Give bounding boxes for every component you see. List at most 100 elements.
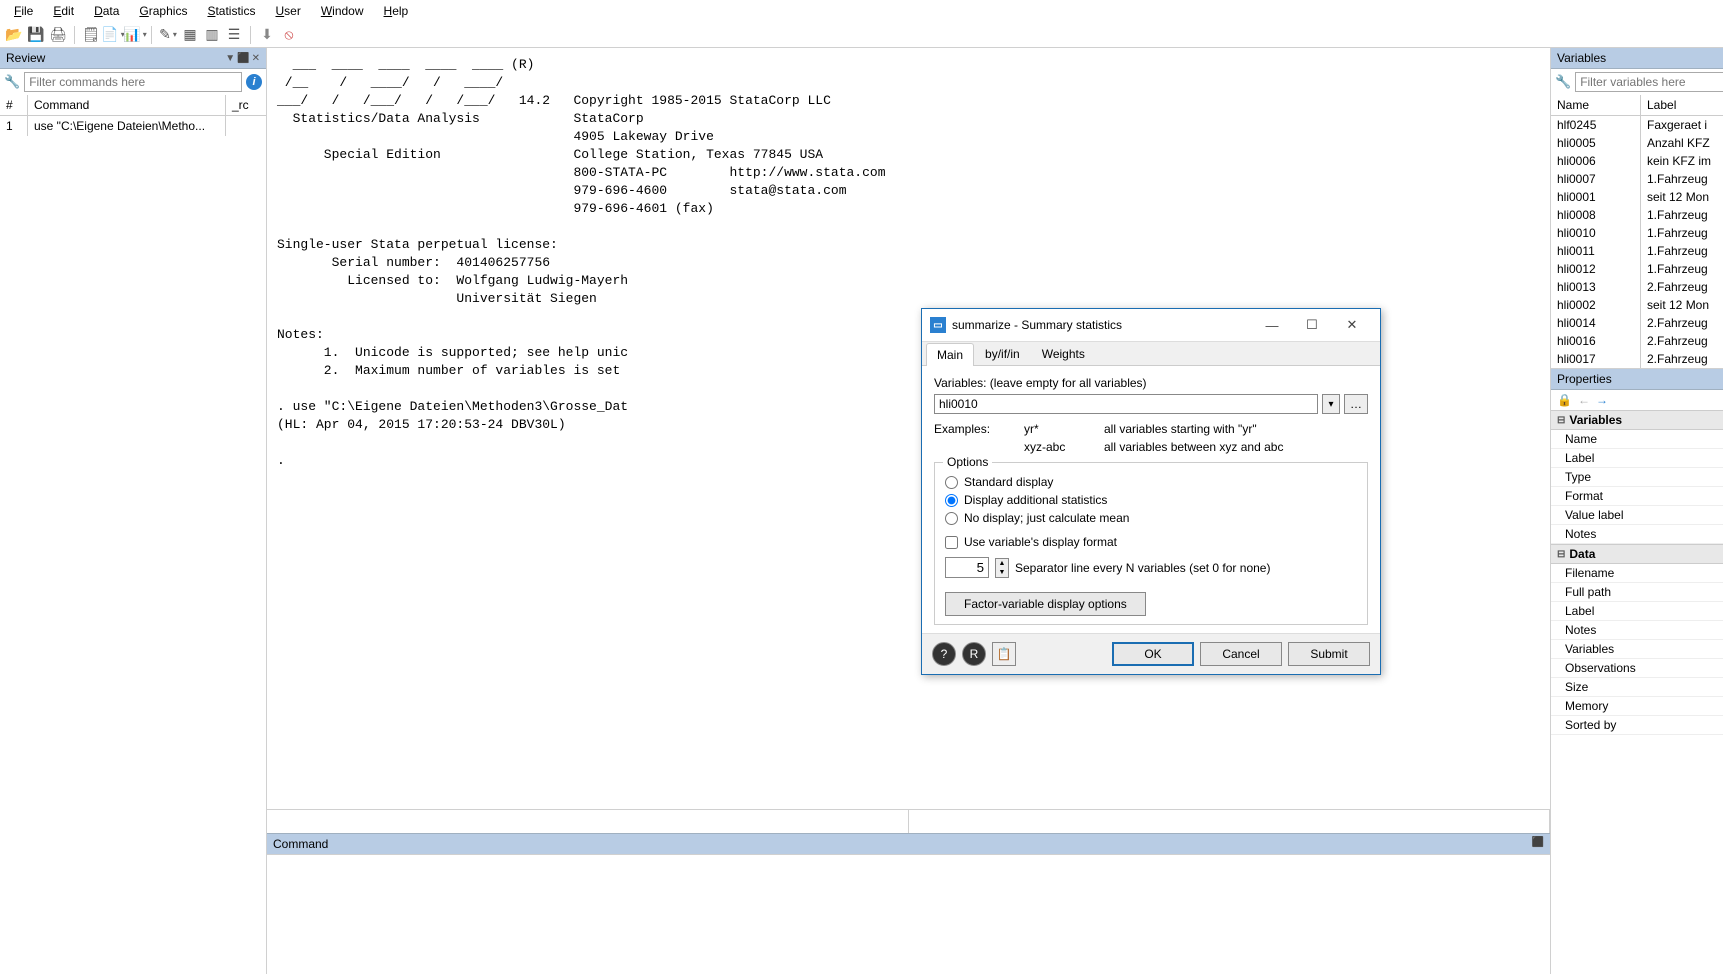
menu-file[interactable]: File [4,2,43,20]
dialog-titlebar[interactable]: ▭ summarize - Summary statistics — ☐ ✕ [922,309,1380,342]
col-number[interactable]: # [0,95,28,115]
separator [151,26,152,44]
prop-row[interactable]: Notes [1551,525,1723,544]
pin-icon[interactable]: ⬛ [1532,837,1544,851]
wrench-icon[interactable]: 🔧 [4,74,20,90]
variable-row[interactable]: hli0001seit 12 Mon [1551,188,1723,206]
chevron-down-icon: ▼ [996,568,1008,577]
prop-row[interactable]: Label [1551,449,1723,468]
prop-row[interactable]: Name [1551,430,1723,449]
variable-row[interactable]: hli00081.Fahrzeug [1551,206,1723,224]
variables-manager-icon[interactable]: ☰ [224,25,244,45]
prop-row[interactable]: Label [1551,602,1723,621]
dialog-tabs: Main by/if/in Weights [922,342,1380,366]
break-icon[interactable]: ⦸ [279,25,299,45]
radio-standard[interactable]: Standard display [945,475,1357,489]
open-icon[interactable]: 📂 [4,25,24,45]
prev-icon[interactable]: ← [1578,393,1590,407]
menu-user[interactable]: User [265,2,310,20]
col-label[interactable]: Label [1641,95,1723,115]
submit-button[interactable]: Submit [1288,642,1370,666]
prop-row[interactable]: Value label [1551,506,1723,525]
save-icon[interactable]: 💾 [26,25,46,45]
dofile-dropdown[interactable]: ✎ [158,25,178,45]
filter-toggle-icon[interactable]: ▼ [225,53,235,64]
maximize-icon[interactable]: ☐ [1292,313,1332,337]
next-icon[interactable]: → [1596,393,1608,407]
review-panel: Review ▼ ⬛ ✕ 🔧 i # Command _rc 1 use "C:… [0,48,267,974]
prop-row[interactable]: Variables [1551,640,1723,659]
minimize-icon[interactable]: — [1252,313,1292,337]
variable-row[interactable]: hlf0245Faxgeraet i [1551,116,1723,134]
prop-row[interactable]: Memory [1551,697,1723,716]
menu-help[interactable]: Help [374,2,419,20]
col-name[interactable]: Name [1551,95,1641,115]
variable-row[interactable]: hli0002seit 12 Mon [1551,296,1723,314]
dialog-title-text: summarize - Summary statistics [952,318,1122,332]
ok-button[interactable]: OK [1112,642,1194,666]
continue-icon[interactable]: ⬇ [257,25,277,45]
separator-spinner[interactable] [945,557,989,578]
close-icon[interactable]: ✕ [252,53,260,64]
reset-icon[interactable]: R [962,642,986,666]
variables-dropdown-icon[interactable]: ▾ [1322,394,1340,414]
variables-browse-button[interactable]: … [1344,394,1368,414]
factor-variable-button[interactable]: Factor-variable display options [945,592,1146,616]
variable-row[interactable]: hli00132.Fahrzeug [1551,278,1723,296]
variable-row[interactable]: hli00121.Fahrzeug [1551,260,1723,278]
menu-window[interactable]: Window [311,2,374,20]
radio-additional[interactable]: Display additional statistics [945,493,1357,507]
variables-filter-input[interactable] [1575,72,1723,92]
variable-row[interactable]: hli00111.Fahrzeug [1551,242,1723,260]
help-icon[interactable]: ? [932,642,956,666]
tab-byifin[interactable]: by/if/in [974,342,1031,365]
col-command[interactable]: Command [28,95,226,115]
copy-icon[interactable]: 📋 [992,642,1016,666]
prop-row[interactable]: Format [1551,487,1723,506]
data-browser-icon[interactable]: ▥ [202,25,222,45]
variable-row[interactable]: hli00101.Fahrzeug [1551,224,1723,242]
graph-dropdown[interactable]: 📊 [125,25,145,45]
properties-title: Properties [1557,372,1612,386]
prop-row[interactable]: Filename [1551,564,1723,583]
prop-row[interactable]: Full path [1551,583,1723,602]
tab-main[interactable]: Main [926,343,974,366]
variables-input[interactable] [934,394,1318,414]
col-rc[interactable]: _rc [226,95,266,115]
prop-row[interactable]: Observations [1551,659,1723,678]
variable-row[interactable]: hli00071.Fahrzeug [1551,170,1723,188]
cancel-button[interactable]: Cancel [1200,642,1282,666]
check-format[interactable]: Use variable's display format [945,535,1357,549]
variable-row[interactable]: hli00172.Fahrzeug [1551,350,1723,368]
menu-statistics[interactable]: Statistics [197,2,265,20]
menu-graphics[interactable]: Graphics [129,2,197,20]
print-icon[interactable]: 🖨 [48,25,68,45]
prop-row[interactable]: Notes [1551,621,1723,640]
review-row[interactable]: 1 use "C:\Eigene Dateien\Metho... [0,116,266,136]
command-input[interactable] [267,854,1550,974]
section-data[interactable]: Data [1551,544,1723,564]
log-icon[interactable]: 🗒 [81,25,101,45]
prop-row[interactable]: Type [1551,468,1723,487]
pin-icon[interactable]: ⬛ [237,53,249,64]
section-variables[interactable]: Variables [1551,410,1723,430]
close-icon[interactable]: ✕ [1332,313,1372,337]
variable-row[interactable]: hli00162.Fahrzeug [1551,332,1723,350]
viewer-dropdown[interactable]: 📄 [103,25,123,45]
review-filter-input[interactable] [24,72,242,92]
variables-list[interactable]: hlf0245Faxgeraet ihli0005Anzahl KFZhli00… [1551,116,1723,368]
lock-icon[interactable]: 🔒 [1557,393,1572,407]
variable-row[interactable]: hli0005Anzahl KFZ [1551,134,1723,152]
data-editor-icon[interactable]: ▦ [180,25,200,45]
wrench-icon[interactable]: 🔧 [1555,74,1571,90]
tab-weights[interactable]: Weights [1031,342,1096,365]
radio-nodisplay[interactable]: No display; just calculate mean [945,511,1357,525]
prop-row[interactable]: Sorted by [1551,716,1723,735]
menu-edit[interactable]: Edit [43,2,84,20]
variable-row[interactable]: hli0006kein KFZ im [1551,152,1723,170]
menu-data[interactable]: Data [84,2,129,20]
info-icon[interactable]: i [246,74,262,90]
variable-row[interactable]: hli00142.Fahrzeug [1551,314,1723,332]
prop-row[interactable]: Size [1551,678,1723,697]
spinner-buttons[interactable]: ▲▼ [995,558,1009,578]
